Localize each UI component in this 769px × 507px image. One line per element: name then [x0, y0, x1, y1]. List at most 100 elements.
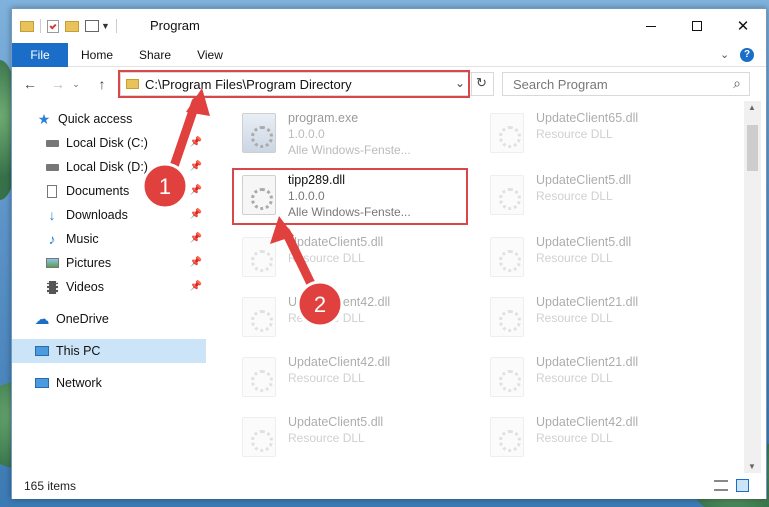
- chevron-down-icon[interactable]: ▼: [101, 21, 110, 31]
- tab-view[interactable]: View: [188, 43, 232, 67]
- expand-ribbon-icon[interactable]: ⌄: [720, 48, 729, 61]
- pc-icon: [34, 344, 50, 358]
- file-type: Resource DLL: [536, 311, 613, 325]
- file-name: UpdateClient5.dll: [288, 235, 384, 249]
- sidebar-item-network[interactable]: Network: [12, 371, 206, 395]
- sidebar-item-pictures[interactable]: Pictures 📌: [12, 251, 206, 275]
- close-button[interactable]: ✕: [720, 9, 766, 43]
- ribbon: File Home Share View ⌄ ?: [12, 43, 766, 67]
- file-item[interactable]: UpdateClient5.dll Resource DLL: [232, 229, 472, 287]
- file-list: program.exe 1.0.0.0 Alle Windows-Fenste.…: [208, 101, 743, 473]
- file-highlight: [232, 168, 468, 225]
- explorer-window: ▼ Program ✕ File Home Share View ⌄ ? ← →…: [11, 8, 767, 499]
- forward-button[interactable]: →: [48, 74, 68, 94]
- sidebar-item-music[interactable]: ♪ Music 📌: [12, 227, 206, 251]
- sidebar-item-documents[interactable]: Documents 📌: [12, 179, 206, 203]
- drive-icon: [44, 160, 60, 174]
- tab-file[interactable]: File: [12, 43, 68, 67]
- documents-icon: [44, 184, 60, 198]
- sidebar-item-label: Downloads: [66, 208, 128, 222]
- file-name: UpdateClient21.dll: [536, 295, 639, 309]
- quick-access-toolbar: ▼: [20, 18, 117, 34]
- file-item[interactable]: UpdateClient5.dll Resource DLL: [480, 229, 720, 287]
- recent-locations-button[interactable]: ⌄: [70, 74, 82, 94]
- sidebar-item-videos[interactable]: Videos 📌: [12, 275, 206, 299]
- file-type: Resource DLL: [288, 251, 365, 265]
- dll-icon: [490, 237, 524, 277]
- refresh-icon[interactable]: ↻: [476, 75, 487, 91]
- file-item[interactable]: UpdateClient21.dll Resource DLL: [480, 289, 720, 347]
- dll-icon: [490, 357, 524, 397]
- back-button[interactable]: ←: [20, 74, 40, 94]
- scroll-up-icon[interactable]: ▲: [748, 103, 756, 112]
- tab-share[interactable]: Share: [132, 43, 178, 67]
- window-title: Program: [150, 18, 200, 33]
- file-item-program-exe[interactable]: program.exe 1.0.0.0 Alle Windows-Fenste.…: [232, 105, 472, 163]
- file-name: UpdateClient65.dll: [536, 111, 639, 125]
- close-icon: ✕: [736, 18, 750, 35]
- separator: [40, 19, 41, 33]
- file-name: program.exe: [288, 111, 359, 125]
- file-name: UpdateClient5.dll: [288, 415, 384, 429]
- file-type: Resource DLL: [536, 189, 613, 203]
- file-item[interactable]: UpdateClient5.dll Resource DLL: [480, 167, 720, 225]
- item-count: 165 items: [24, 479, 77, 493]
- sidebar-item-quick-access[interactable]: ★ Quick access: [12, 107, 206, 131]
- dll-icon: [490, 113, 524, 153]
- dll-icon: [242, 357, 276, 397]
- properties-icon[interactable]: [47, 19, 59, 33]
- sidebar-item-label: Music: [66, 232, 99, 246]
- file-type: Resource DLL: [288, 371, 365, 385]
- customize-icon[interactable]: [85, 20, 99, 32]
- file-version: 1.0.0.0: [288, 127, 325, 141]
- dll-icon: [242, 417, 276, 457]
- maximize-button[interactable]: [674, 9, 720, 43]
- sidebar-item-this-pc[interactable]: This PC: [12, 339, 206, 363]
- details-view-icon[interactable]: [714, 480, 728, 491]
- sidebar-item-local-disk-c[interactable]: Local Disk (C:) 📌: [12, 131, 206, 155]
- cloud-icon: ☁: [34, 311, 50, 328]
- arrow-left-icon: ←: [23, 76, 37, 92]
- file-name: UpdateClient5.dll: [536, 235, 632, 249]
- sidebar-item-label: Quick access: [58, 112, 133, 126]
- file-name: UpdateClient42.dll: [288, 355, 391, 369]
- separator: [115, 19, 117, 33]
- sidebar-item-onedrive[interactable]: ☁ OneDrive: [12, 307, 206, 331]
- new-folder-icon[interactable]: [65, 20, 79, 32]
- tab-home[interactable]: Home: [74, 43, 120, 67]
- search-icon: ⌕: [733, 75, 741, 91]
- file-item[interactable]: UpdateClient42.dll Resource DLL: [232, 349, 472, 407]
- file-type: Resource DLL: [288, 311, 365, 325]
- search-input[interactable]: Search Program ⌕: [502, 72, 750, 96]
- up-button[interactable]: ↑: [92, 74, 112, 94]
- vertical-scrollbar[interactable]: ▲ ▼: [744, 101, 761, 473]
- dll-icon: [490, 297, 524, 337]
- navigation-bar: ← → ⌄ ↑ C:\Program Files\Program Directo…: [12, 68, 766, 101]
- file-item[interactable]: UpdateClient5.dll Resource DLL: [232, 409, 472, 467]
- file-type: Resource DLL: [536, 371, 613, 385]
- sidebar-item-label: Local Disk (D:): [66, 160, 148, 174]
- sidebar-item-label: Network: [56, 376, 102, 390]
- file-item[interactable]: UpdateClient42.dll Resource DLL: [480, 409, 720, 467]
- minimize-button[interactable]: [628, 9, 674, 43]
- maximize-icon: [692, 21, 702, 31]
- file-item[interactable]: UpdateClient21.dll Resource DLL: [480, 349, 720, 407]
- sidebar-item-label: OneDrive: [56, 312, 109, 326]
- file-item[interactable]: UpdateClient65.dll Resource DLL: [480, 105, 720, 163]
- file-name: UpdateClient5.dll: [536, 173, 632, 187]
- status-bar: 165 items: [12, 473, 766, 499]
- sidebar-item-label: Videos: [66, 280, 104, 294]
- help-icon[interactable]: ?: [740, 48, 754, 62]
- sidebar-item-downloads[interactable]: ↓ Downloads 📌: [12, 203, 206, 227]
- dll-icon: [490, 175, 524, 215]
- file-name: UpdateClient42.dll: [288, 295, 391, 309]
- dll-icon: [242, 237, 276, 277]
- scroll-thumb[interactable]: [747, 125, 758, 171]
- arrow-up-icon: ↑: [98, 76, 106, 92]
- sidebar-item-local-disk-d[interactable]: Local Disk (D:) 📌: [12, 155, 206, 179]
- file-item[interactable]: UpdateClient42.dll Resource DLL: [232, 289, 472, 347]
- large-icons-view-icon[interactable]: [736, 479, 749, 492]
- separator: [471, 73, 472, 95]
- music-icon: ♪: [48, 231, 56, 247]
- scroll-down-icon[interactable]: ▼: [748, 462, 756, 471]
